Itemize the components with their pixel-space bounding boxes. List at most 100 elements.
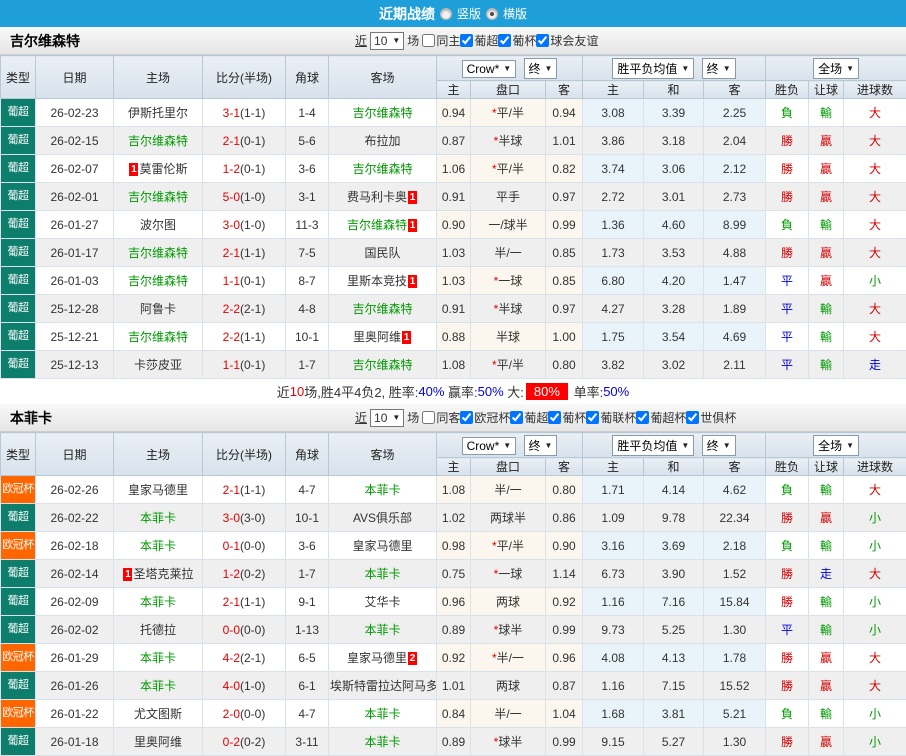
col-res-handicap: 让球 bbox=[809, 81, 844, 99]
home-team-name[interactable]: 吉尔维森特 bbox=[128, 246, 188, 260]
recent-count-select[interactable]: 10▼ bbox=[370, 32, 404, 50]
table-row: 葡超26-01-18里奥阿维0-2(0-2)3-11本菲卡0.89*球半0.99… bbox=[1, 728, 906, 756]
result-goals: 大 bbox=[844, 476, 906, 504]
filter-checkbox-球会友谊[interactable] bbox=[536, 34, 549, 47]
away-team-name[interactable]: 布拉加 bbox=[364, 134, 400, 148]
layout-vertical-radio[interactable] bbox=[440, 8, 452, 20]
home-team-name[interactable]: 吉尔维森特 bbox=[128, 190, 188, 204]
away-team-name[interactable]: 本菲卡 bbox=[364, 483, 400, 497]
layout-horizontal-radio[interactable] bbox=[486, 8, 498, 20]
final-mean-select[interactable]: 终▼ bbox=[702, 58, 736, 79]
recent-link[interactable]: 近 bbox=[355, 409, 367, 426]
result-handicap: 輸 bbox=[809, 211, 844, 239]
odds-home: 1.02 bbox=[437, 504, 471, 532]
col-mean-home: 主 bbox=[583, 458, 644, 476]
mean-home: 1.09 bbox=[583, 504, 644, 532]
halftime-score: (0-1) bbox=[240, 274, 265, 288]
filter-checkbox-同客[interactable] bbox=[422, 411, 435, 424]
home-team-cell: 伊斯托里尔 bbox=[114, 99, 203, 127]
match-date: 25-12-21 bbox=[36, 323, 114, 351]
bookmaker-select[interactable]: Crow*▼ bbox=[462, 437, 517, 455]
filter-checkbox-葡超[interactable] bbox=[460, 34, 473, 47]
recent-link[interactable]: 近 bbox=[355, 32, 367, 49]
fulltime-score: 1-1 bbox=[223, 358, 240, 372]
away-team-name[interactable]: 本菲卡 bbox=[364, 567, 400, 581]
away-team-name[interactable]: 吉尔维森特1 bbox=[347, 218, 418, 232]
away-team-name[interactable]: 吉尔维森特 bbox=[352, 106, 412, 120]
halftime-score: (1-0) bbox=[240, 218, 265, 232]
mean-away: 2.11 bbox=[704, 351, 766, 379]
home-team-name[interactable]: 1莫雷伦斯 bbox=[128, 162, 187, 176]
away-team-name[interactable]: 本菲卡 bbox=[364, 623, 400, 637]
result-goals: 小 bbox=[844, 728, 906, 756]
home-team-name[interactable]: 托德拉 bbox=[140, 623, 176, 637]
away-team-name[interactable]: 本菲卡 bbox=[364, 707, 400, 721]
filter-checkbox-葡超杯[interactable] bbox=[636, 411, 649, 424]
result-handicap: 贏 bbox=[809, 672, 844, 700]
away-team-name[interactable]: 费马利卡奥1 bbox=[347, 190, 418, 204]
home-team-cell: 吉尔维森特 bbox=[114, 239, 203, 267]
away-team-name[interactable]: 皇家马德里 bbox=[352, 539, 412, 553]
final-mean-select[interactable]: 终▼ bbox=[702, 435, 736, 456]
filter-checkbox-葡超[interactable] bbox=[510, 411, 523, 424]
home-team-name[interactable]: 吉尔维森特 bbox=[128, 134, 188, 148]
team-label: 皇家马德里 bbox=[352, 539, 412, 553]
fulltime-select[interactable]: 全场▼ bbox=[813, 435, 859, 456]
summary-part: 近 bbox=[277, 382, 290, 401]
odds-away: 1.04 bbox=[546, 700, 583, 728]
team-label: 吉尔维森特 bbox=[128, 134, 188, 148]
home-team-name[interactable]: 吉尔维森特 bbox=[128, 274, 188, 288]
home-team-name[interactable]: 波尔图 bbox=[140, 218, 176, 232]
recent-count-select[interactable]: 10▼ bbox=[370, 409, 404, 427]
odds-handicap: *平/半 bbox=[471, 155, 546, 183]
bookmaker-select[interactable]: Crow*▼ bbox=[462, 60, 517, 78]
match-type-cell: 葡超 bbox=[1, 267, 36, 295]
final-odds-select[interactable]: 终▼ bbox=[524, 435, 558, 456]
away-team-name[interactable]: 国民队 bbox=[364, 246, 400, 260]
filter-checkbox-葡杯[interactable] bbox=[548, 411, 561, 424]
home-team-name[interactable]: 吉尔维森特 bbox=[128, 330, 188, 344]
away-team-name[interactable]: 埃斯特雷拉达阿马多拉 bbox=[330, 679, 437, 693]
filter-checkbox-同主[interactable] bbox=[422, 34, 435, 47]
away-team-name[interactable]: 吉尔维森特 bbox=[352, 162, 412, 176]
league-badge: 葡超 bbox=[1, 211, 35, 238]
odds-home: 0.90 bbox=[437, 211, 471, 239]
home-team-name[interactable]: 伊斯托里尔 bbox=[128, 106, 188, 120]
away-team-cell: 埃斯特雷拉达阿马多拉 bbox=[329, 672, 437, 700]
mean-select[interactable]: 胜平负均值▼ bbox=[612, 58, 694, 79]
home-team-name[interactable]: 本菲卡 bbox=[140, 595, 176, 609]
odds-home: 0.89 bbox=[437, 728, 471, 756]
odds-group-header: Crow*▼ 终▼ bbox=[437, 433, 583, 458]
home-team-name[interactable]: 皇家马德里 bbox=[128, 483, 188, 497]
home-team-name[interactable]: 1圣塔克莱拉 bbox=[122, 567, 193, 581]
col-odds-home: 主 bbox=[437, 81, 471, 99]
away-team-name[interactable]: 吉尔维森特 bbox=[352, 358, 412, 372]
mean-select[interactable]: 胜平负均值▼ bbox=[612, 435, 694, 456]
home-team-name[interactable]: 本菲卡 bbox=[140, 539, 176, 553]
team-label: 本菲卡 bbox=[364, 623, 400, 637]
home-team-name[interactable]: 里奥阿维 bbox=[134, 735, 182, 749]
away-team-name[interactable]: 本菲卡 bbox=[364, 735, 400, 749]
home-team-name[interactable]: 阿鲁卡 bbox=[140, 302, 176, 316]
final-odds-select[interactable]: 终▼ bbox=[524, 58, 558, 79]
away-team-name[interactable]: AVS俱乐部 bbox=[353, 511, 412, 525]
home-team-name[interactable]: 本菲卡 bbox=[140, 679, 176, 693]
odds-away: 0.80 bbox=[546, 351, 583, 379]
handicap-star: * bbox=[494, 302, 499, 316]
filter-checkbox-葡联杯[interactable] bbox=[586, 411, 599, 424]
away-team-name[interactable]: 里奥阿维1 bbox=[353, 330, 412, 344]
home-team-name[interactable]: 本菲卡 bbox=[140, 511, 176, 525]
away-team-name[interactable]: 艾华卡 bbox=[364, 595, 400, 609]
away-team-name[interactable]: 吉尔维森特 bbox=[352, 302, 412, 316]
fulltime-select[interactable]: 全场▼ bbox=[813, 58, 859, 79]
home-team-name[interactable]: 卡莎皮亚 bbox=[134, 358, 182, 372]
home-team-name[interactable]: 本菲卡 bbox=[140, 651, 176, 665]
home-team-name[interactable]: 尤文图斯 bbox=[134, 707, 182, 721]
filter-checkbox-欧冠杯[interactable] bbox=[460, 411, 473, 424]
score-cell: 1-2(0-1) bbox=[203, 155, 286, 183]
filter-checkbox-世俱杯[interactable] bbox=[686, 411, 699, 424]
filter-checkbox-葡杯[interactable] bbox=[498, 34, 511, 47]
away-team-name[interactable]: 里斯本竞技1 bbox=[347, 274, 418, 288]
away-team-name[interactable]: 皇家马德里2 bbox=[347, 651, 418, 665]
table-row: 欧冠杯26-01-29本菲卡4-2(2-1)6-5皇家马德里20.92*半/一0… bbox=[1, 644, 906, 672]
